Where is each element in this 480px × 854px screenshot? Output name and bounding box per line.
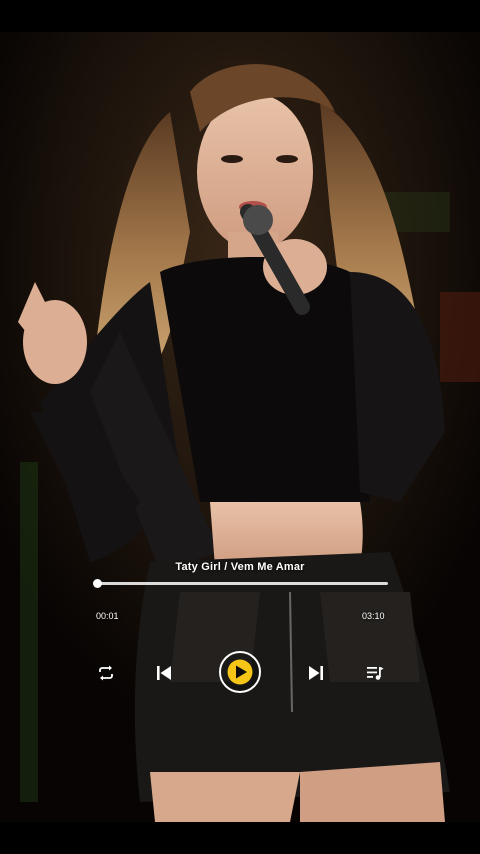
playlist-button[interactable] xyxy=(364,663,386,683)
progress-thumb[interactable] xyxy=(93,579,102,588)
previous-button[interactable] xyxy=(154,663,174,683)
track-title: Taty Girl / Vem Me Amar xyxy=(175,561,305,573)
current-time: 00:01 xyxy=(96,611,119,621)
play-button[interactable] xyxy=(219,651,261,693)
next-button[interactable] xyxy=(306,663,326,683)
bottom-letterbox xyxy=(0,822,480,854)
progress-bar[interactable] xyxy=(93,579,388,588)
player-screen: Taty Girl / Vem Me Amar 00:01 03:10 xyxy=(0,0,480,854)
total-time: 03:10 xyxy=(362,611,385,621)
background-photo xyxy=(0,32,480,822)
repeat-button[interactable] xyxy=(95,663,117,683)
skip-previous-icon xyxy=(157,666,171,680)
playlist-icon xyxy=(367,667,384,680)
skip-next-icon xyxy=(309,666,323,680)
repeat-icon xyxy=(99,665,113,681)
play-icon xyxy=(227,659,253,685)
top-letterbox xyxy=(0,0,480,32)
